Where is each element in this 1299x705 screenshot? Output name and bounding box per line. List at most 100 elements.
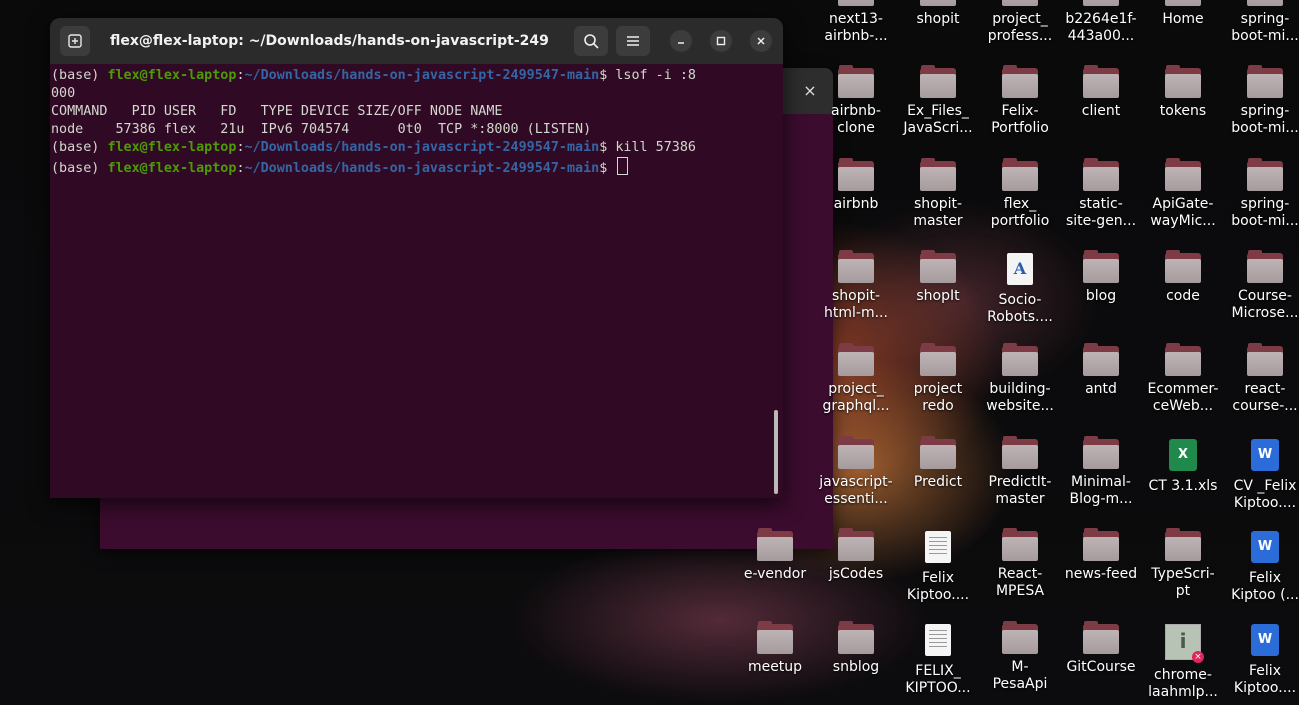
desktop-icon[interactable]: Ecommer- ceWeb... xyxy=(1141,343,1225,415)
desktop-icon[interactable]: PredictIt- master xyxy=(978,436,1062,508)
folder-icon xyxy=(920,343,956,376)
desktop-icon[interactable]: GitCourse xyxy=(1059,621,1143,676)
close-button[interactable] xyxy=(750,30,772,52)
desktop-icon[interactable]: airbnb xyxy=(814,158,898,213)
terminal-line: COMMAND PID USER FD TYPE DEVICE SIZE/OFF… xyxy=(51,104,503,119)
desktop-icon[interactable]: Minimal- Blog-m... xyxy=(1059,436,1143,508)
terminal-line: (base) flex@flex-laptop:~/Downloads/hand… xyxy=(51,157,783,176)
desktop-icon[interactable]: jsCodes xyxy=(814,528,898,583)
folder-icon xyxy=(1083,621,1119,654)
search-icon xyxy=(584,34,599,49)
folder-icon xyxy=(1247,343,1283,376)
minimize-icon xyxy=(678,42,684,44)
desktop-icon[interactable]: project_ profess... xyxy=(978,0,1062,45)
desktop-icon[interactable]: W Felix Kiptoo (... xyxy=(1223,531,1299,604)
folder-icon xyxy=(1002,158,1038,191)
maximize-button[interactable] xyxy=(710,30,732,52)
desktop-icon-label: CV _Felix Kiptoo.... xyxy=(1233,478,1297,511)
desktop-icon[interactable]: e-vendor xyxy=(733,528,817,583)
word-document-icon: W xyxy=(1251,439,1279,471)
word-document-icon: W xyxy=(1251,624,1279,656)
desktop-icon[interactable]: next13- airbnb-... xyxy=(814,0,898,45)
desktop-icon[interactable]: client xyxy=(1059,65,1143,120)
terminal-window[interactable]: flex@flex-laptop: ~/Downloads/hands-on-j… xyxy=(50,18,783,498)
folder-icon xyxy=(838,436,874,469)
desktop-icon[interactable]: TypeScri- pt xyxy=(1141,528,1225,600)
desktop-icon[interactable]: project_ graphql... xyxy=(814,343,898,415)
desktop-icon[interactable]: spring- boot-mi... xyxy=(1223,158,1299,230)
desktop-icon-label: shopit- html-m... xyxy=(824,288,888,321)
desktop-icon[interactable]: W Felix Kiptoo.... xyxy=(1223,624,1299,697)
desktop-icon[interactable]: project redo xyxy=(896,343,980,415)
folder-icon xyxy=(838,0,874,6)
desktop-icon[interactable]: Felix Kiptoo.... xyxy=(896,531,980,604)
desktop-icon-label: e-vendor xyxy=(743,566,807,582)
desktop-icon[interactable]: spring- boot-mi... xyxy=(1223,0,1299,45)
desktop-icon[interactable]: code xyxy=(1141,250,1225,305)
desktop-icon[interactable]: building- website... xyxy=(978,343,1062,415)
terminal-titlebar[interactable]: flex@flex-laptop: ~/Downloads/hands-on-j… xyxy=(50,18,783,64)
desktop-icon[interactable]: flex_ portfolio xyxy=(978,158,1062,230)
desktop-icon[interactable]: X CT 3.1.xls xyxy=(1141,439,1225,495)
folder-icon xyxy=(1165,0,1201,6)
desktop-icon-label: CT 3.1.xls xyxy=(1148,478,1218,494)
desktop-icon-label: Course- Microse... xyxy=(1231,288,1299,321)
folder-icon xyxy=(1002,65,1038,98)
desktop-icon[interactable]: shopIt xyxy=(896,250,980,305)
desktop-icon[interactable]: W CV _Felix Kiptoo.... xyxy=(1223,439,1299,512)
terminal-scrollbar[interactable] xyxy=(774,410,778,494)
prompt-user: flex@flex-laptop xyxy=(107,68,237,83)
folder-icon xyxy=(1083,158,1119,191)
desktop-icon[interactable]: antd xyxy=(1059,343,1143,398)
desktop-icon[interactable]: ApiGate- wayMic... xyxy=(1141,158,1225,230)
new-tab-button[interactable] xyxy=(60,26,90,56)
desktop-icon-label: React- MPESA xyxy=(995,566,1045,599)
desktop-icon-label: Felix Kiptoo.... xyxy=(1233,663,1297,696)
desktop-icon[interactable]: tokens xyxy=(1141,65,1225,120)
desktop-icon-label: Minimal- Blog-m... xyxy=(1069,474,1133,507)
prompt-dollar: $ xyxy=(599,161,616,176)
folder-icon xyxy=(1247,65,1283,98)
desktop-icon[interactable]: React- MPESA xyxy=(978,528,1062,600)
desktop-icon[interactable]: airbnb- clone xyxy=(814,65,898,137)
desktop-icon[interactable]: Home xyxy=(1141,0,1225,28)
desktop-icon[interactable]: FELIX_ KIPTOO... xyxy=(896,624,980,697)
desktop-icon-label: flex_ portfolio xyxy=(990,196,1050,229)
desktop-icon[interactable]: snblog xyxy=(814,621,898,676)
desktop-icon[interactable]: news-feed xyxy=(1059,528,1143,583)
folder-icon xyxy=(1083,436,1119,469)
desktop-icon[interactable]: Ex_Files_ JavaScri... xyxy=(896,65,980,137)
folder-icon xyxy=(920,158,956,191)
desktop-icon[interactable]: javascript- essenti... xyxy=(814,436,898,508)
command-text: lsof -i :8 xyxy=(615,68,696,83)
desktop-icon[interactable]: Felix- Portfolio xyxy=(978,65,1062,137)
desktop-icon[interactable]: b2264e1f- 443a00... xyxy=(1059,0,1143,45)
desktop-icon[interactable]: react- course-... xyxy=(1223,343,1299,415)
desktop-icon[interactable]: static- site-gen... xyxy=(1059,158,1143,230)
folder-icon xyxy=(838,621,874,654)
desktop-icon[interactable]: A Socio- Robots.... xyxy=(978,253,1062,326)
desktop-icon[interactable]: i × chrome- laahmlp... xyxy=(1141,624,1225,701)
desktop-icon[interactable]: shopit xyxy=(896,0,980,28)
desktop-icon[interactable]: spring- boot-mi... xyxy=(1223,65,1299,137)
desktop-icon-label: Home xyxy=(1162,11,1204,27)
prompt-base: (base) xyxy=(51,68,108,83)
desktop-icon[interactable]: meetup xyxy=(733,621,817,676)
desktop-icon[interactable]: shopit- html-m... xyxy=(814,250,898,322)
folder-icon xyxy=(838,343,874,376)
menu-button[interactable] xyxy=(616,26,650,56)
minimize-button[interactable] xyxy=(670,30,692,52)
new-tab-icon xyxy=(68,34,82,48)
desktop-icon[interactable]: Course- Microse... xyxy=(1223,250,1299,322)
desktop-icon-label: Felix Kiptoo (... xyxy=(1231,570,1299,603)
text-document-icon: A xyxy=(1007,253,1033,285)
desktop-icon-label: shopit- master xyxy=(913,196,963,229)
terminal-output[interactable]: (base) flex@flex-laptop:~/Downloads/hand… xyxy=(50,67,783,498)
terminal-line: 000 xyxy=(51,86,76,101)
desktop-icon[interactable]: shopit- master xyxy=(896,158,980,230)
desktop-icon[interactable]: M- PesaApi xyxy=(978,621,1062,693)
search-button[interactable] xyxy=(574,26,608,56)
desktop-icon-label: FELIX_ KIPTOO... xyxy=(905,663,971,696)
desktop-icon[interactable]: Predict xyxy=(896,436,980,491)
desktop-icon[interactable]: blog xyxy=(1059,250,1143,305)
